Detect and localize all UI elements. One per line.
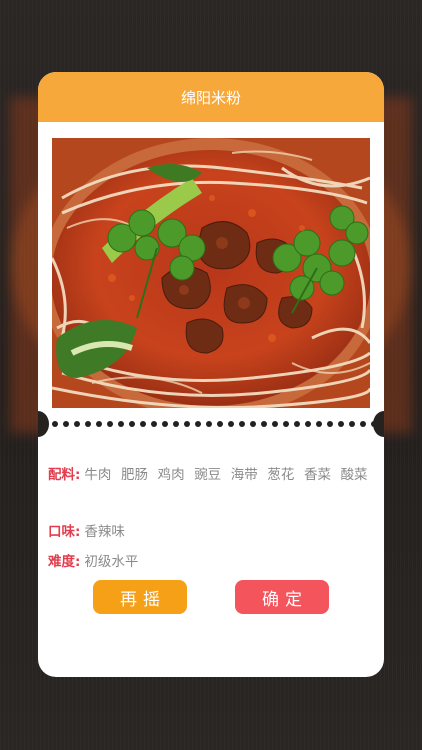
- ticket-notch-left: [38, 411, 49, 437]
- dish-title: 绵阳米粉: [180, 88, 241, 107]
- ingredient-item: 肥肠: [121, 467, 148, 483]
- taste-label: 口味:: [48, 524, 81, 540]
- ingredient-item: 海带: [230, 467, 258, 483]
- ticket-notch-right: [373, 411, 384, 437]
- ingredient-item: 豌豆: [194, 467, 222, 483]
- card-header: 绵阳米粉: [38, 72, 384, 122]
- difficulty-value: 初级水平: [84, 554, 139, 570]
- taste-row: 口味: 香辣味: [48, 520, 125, 540]
- ingredients-list: 牛肉 肥肠 鸡肉 豌豆 海带 葱花 香菜 酸菜: [84, 463, 377, 483]
- taste-value: 香辣味: [84, 524, 125, 540]
- perforation-divider: [41, 421, 377, 427]
- ingredient-item: 酸菜: [340, 467, 368, 483]
- ingredients-row: 配料: 牛肉 肥肠 鸡肉 豌豆 海带 葱花 香菜 酸菜: [48, 463, 377, 483]
- ingredient-item: 葱花: [267, 467, 295, 483]
- confirm-button[interactable]: 确定: [235, 580, 329, 614]
- difficulty-label: 难度:: [48, 554, 81, 570]
- ingredient-item: 香菜: [303, 467, 331, 483]
- dish-photo: [52, 138, 370, 408]
- dish-card: 绵阳米粉 配料: 牛肉 肥肠 鸡肉 豌豆 海带 葱花 香菜 酸菜 口味: 香辣味…: [38, 72, 384, 677]
- difficulty-row: 难度: 初级水平: [48, 550, 138, 570]
- ingredients-label: 配料:: [48, 467, 81, 483]
- ingredient-item: 鸡肉: [157, 467, 185, 483]
- ingredient-item: 牛肉: [84, 467, 112, 483]
- shake-again-button[interactable]: 再摇: [93, 580, 187, 614]
